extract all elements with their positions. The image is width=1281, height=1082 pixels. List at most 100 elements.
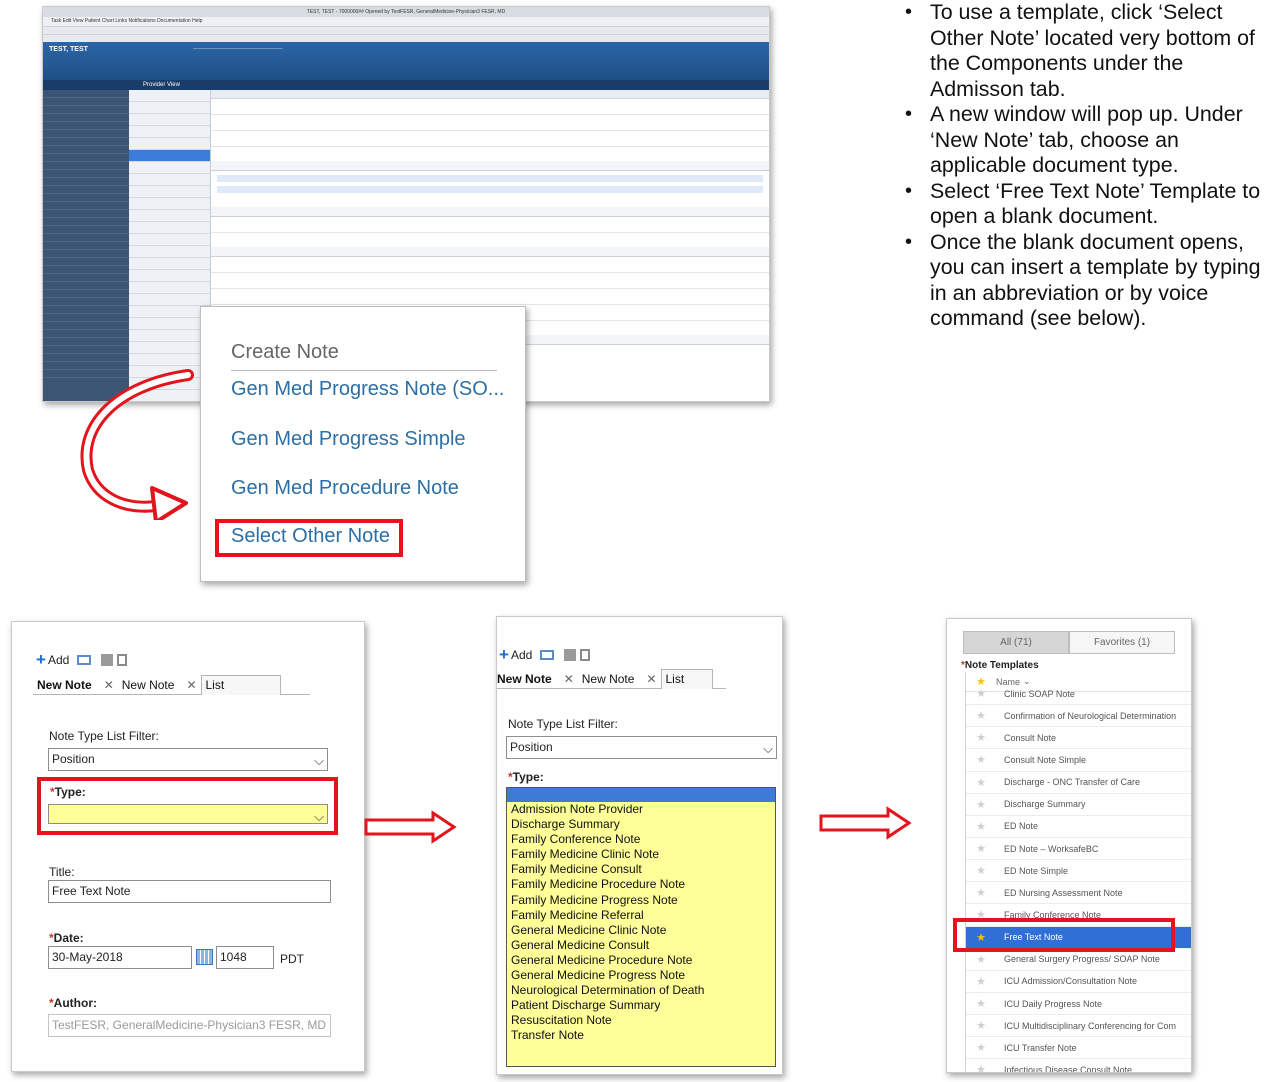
star-icon: ★ bbox=[976, 676, 986, 688]
template-name: ED Note – WorksafeBC bbox=[1004, 843, 1099, 854]
star-icon[interactable]: ★ bbox=[966, 1041, 996, 1054]
instruction-list: To use a template, click ‘Select Other N… bbox=[905, 0, 1281, 332]
type-option[interactable]: Patient Discharge Summary bbox=[507, 998, 775, 1013]
star-icon[interactable]: ★ bbox=[966, 709, 996, 722]
type-option[interactable]: Neurological Determination of Death bbox=[507, 983, 775, 998]
star-icon[interactable]: ★ bbox=[966, 820, 996, 833]
screen-icon[interactable] bbox=[77, 655, 92, 665]
note-type-filter-select[interactable]: Position ⌵ bbox=[506, 736, 777, 759]
template-name: Discharge Summary bbox=[1004, 799, 1086, 810]
star-icon[interactable]: ★ bbox=[966, 975, 996, 988]
close-icon[interactable]: ✕ bbox=[646, 670, 656, 689]
table-row[interactable]: ★ ED Note bbox=[966, 816, 1191, 838]
table-row[interactable]: ★ Consult Note Simple bbox=[966, 749, 1191, 772]
template-name: ICU Daily Progress Note bbox=[1004, 998, 1103, 1009]
table-row[interactable]: ★ ICU Multidisciplinary Conferencing for … bbox=[966, 1015, 1191, 1038]
ehr-nav-bar: Provider View bbox=[43, 80, 769, 90]
tab-new-note[interactable]: New Note ✕ bbox=[118, 675, 201, 695]
template-name: ED Note bbox=[1004, 821, 1039, 832]
author-input: TestFESR, GeneralMedicine-Physician3 FES… bbox=[48, 1014, 331, 1037]
star-icon[interactable]: ★ bbox=[966, 997, 996, 1010]
table-row[interactable]: ★ ICU Admission/Consultation Note bbox=[966, 971, 1191, 993]
note-type-filter-select[interactable]: Position ⌵ bbox=[48, 748, 328, 771]
title-input[interactable]: Free Text Note bbox=[48, 880, 331, 903]
add-icon[interactable]: + bbox=[499, 645, 509, 665]
dropdown-selected-blank[interactable] bbox=[507, 788, 775, 802]
type-option[interactable]: Family Medicine Consult bbox=[507, 862, 775, 877]
add-button[interactable]: Add bbox=[511, 648, 532, 662]
document-icon[interactable] bbox=[117, 654, 128, 666]
tab-list[interactable]: List bbox=[200, 675, 281, 695]
star-icon[interactable]: ★ bbox=[966, 798, 996, 811]
tab-list[interactable]: List bbox=[660, 669, 713, 689]
close-icon[interactable]: ✕ bbox=[186, 676, 196, 695]
save-icon[interactable] bbox=[564, 649, 577, 661]
add-button[interactable]: Add bbox=[48, 653, 69, 667]
type-option[interactable]: Family Conference Note bbox=[507, 832, 775, 847]
star-icon[interactable]: ★ bbox=[966, 753, 996, 766]
star-icon[interactable]: ★ bbox=[966, 1063, 996, 1072]
star-icon[interactable]: ★ bbox=[966, 776, 996, 789]
type-option[interactable]: Family Medicine Clinic Note bbox=[507, 847, 775, 862]
type-option[interactable]: General Medicine Clinic Note bbox=[507, 923, 775, 938]
title-label: Title: bbox=[49, 865, 75, 879]
star-icon[interactable]: ★ bbox=[966, 842, 996, 855]
table-row[interactable]: ★ Infectious Disease Consult Note bbox=[966, 1059, 1191, 1073]
screen-icon[interactable] bbox=[540, 650, 555, 660]
type-option[interactable]: Family Medicine Progress Note bbox=[507, 893, 775, 908]
star-icon[interactable]: ★ bbox=[966, 864, 996, 877]
add-icon[interactable]: + bbox=[36, 650, 46, 670]
tab-new-note-active[interactable]: New Note ✕ bbox=[497, 669, 578, 689]
type-option[interactable]: Discharge Summary bbox=[507, 817, 775, 832]
table-row[interactable]: ★ ED Nursing Assessment Note bbox=[966, 882, 1191, 905]
template-name: ICU Transfer Note bbox=[1004, 1042, 1077, 1053]
time-input[interactable]: 1048 bbox=[216, 946, 274, 969]
calendar-icon[interactable] bbox=[196, 949, 213, 965]
table-row[interactable]: ★ Consult Note bbox=[966, 727, 1191, 750]
note-templates-list: ★ Name ⌄ ★ Clinic SOAP Note ★ Confirmation … bbox=[965, 672, 1191, 1073]
table-row[interactable]: ★ Confirmation of Neurological Determinat… bbox=[966, 705, 1191, 728]
type-option[interactable]: General Medicine Consult bbox=[507, 938, 775, 953]
type-option[interactable]: Resuscitation Note bbox=[507, 1013, 775, 1028]
type-option[interactable]: Admission Note Provider bbox=[507, 802, 775, 817]
tab-new-note-active[interactable]: New Note ✕ bbox=[33, 675, 118, 695]
tab-all[interactable]: All (71) bbox=[963, 631, 1069, 654]
table-row[interactable]: ★ ED Note Simple bbox=[966, 860, 1191, 883]
date-input[interactable]: 30-May-2018 bbox=[48, 946, 192, 969]
chevron-down-icon: ⌵ bbox=[314, 753, 324, 768]
template-name: General Surgery Progress/ SOAP Note bbox=[1004, 954, 1160, 965]
type-option[interactable]: Family Medicine Procedure Note bbox=[507, 877, 775, 892]
gen-med-procedure-note-link[interactable]: Gen Med Procedure Note bbox=[231, 477, 459, 500]
star-icon[interactable]: ★ bbox=[966, 886, 996, 899]
tab-favorites[interactable]: Favorites (1) bbox=[1069, 631, 1175, 654]
note-tabs: New Note ✕ New Note ✕ List bbox=[33, 675, 310, 695]
sort-desc-icon[interactable]: ⌄ bbox=[1023, 676, 1031, 687]
gen-med-progress-simple-link[interactable]: Gen Med Progress Simple bbox=[231, 428, 466, 451]
template-name: Infectious Disease Consult Note bbox=[1004, 1064, 1133, 1073]
star-icon[interactable]: ★ bbox=[966, 687, 996, 700]
type-option[interactable]: General Medicine Progress Note bbox=[507, 968, 775, 983]
type-option[interactable]: General Medicine Procedure Note bbox=[507, 953, 775, 968]
star-icon[interactable]: ★ bbox=[966, 1019, 996, 1032]
table-row[interactable]: ★ ICU Transfer Note bbox=[966, 1037, 1191, 1060]
save-icon[interactable] bbox=[101, 654, 114, 666]
close-icon[interactable]: ✕ bbox=[564, 670, 574, 689]
name-column-header[interactable]: Name bbox=[996, 677, 1020, 687]
star-icon[interactable]: ★ bbox=[966, 731, 996, 744]
close-icon[interactable]: ✕ bbox=[104, 676, 114, 695]
create-note-header: Create Note bbox=[231, 341, 497, 371]
tab-new-note[interactable]: New Note ✕ bbox=[578, 669, 661, 689]
type-option[interactable]: Family Medicine Referral bbox=[507, 908, 775, 923]
document-icon[interactable] bbox=[580, 649, 591, 661]
table-row[interactable]: ★ Discharge Summary bbox=[966, 794, 1191, 816]
table-row[interactable]: ★ Discharge - ONC Transfer of Care bbox=[966, 772, 1191, 794]
star-icon[interactable]: ★ bbox=[966, 953, 996, 966]
table-row[interactable]: ★ ED Note – WorksafeBC bbox=[966, 838, 1191, 861]
highlight-box bbox=[215, 519, 403, 557]
create-note-popup: Create Note Gen Med Progress Note (SO...… bbox=[200, 306, 526, 582]
table-row[interactable]: ★ ICU Daily Progress Note bbox=[966, 993, 1191, 1016]
table-row[interactable]: ★ General Surgery Progress/ SOAP Note bbox=[966, 949, 1191, 971]
template-name: ICU Multidisciplinary Conferencing for C… bbox=[1004, 1020, 1177, 1031]
gen-med-progress-note-link[interactable]: Gen Med Progress Note (SO... bbox=[231, 378, 504, 401]
type-option[interactable]: Transfer Note bbox=[507, 1028, 775, 1043]
